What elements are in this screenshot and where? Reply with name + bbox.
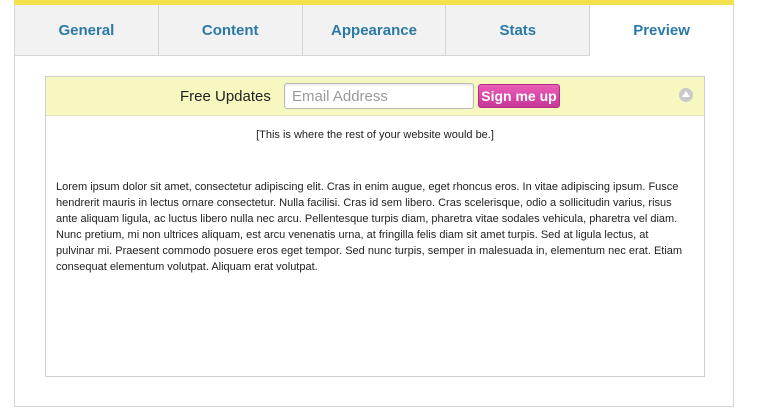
tab-preview[interactable]: Preview: [590, 5, 734, 56]
tab-stats[interactable]: Stats: [446, 5, 591, 56]
sample-body-text: Lorem ipsum dolor sit amet, consectetur …: [56, 181, 683, 273]
tab-appearance[interactable]: Appearance: [302, 5, 447, 56]
signup-bar-label: Free Updates: [180, 88, 271, 105]
tab-general[interactable]: General: [14, 5, 159, 56]
signup-bar: Free Updates Sign me up: [46, 77, 704, 116]
email-field[interactable]: [284, 83, 474, 109]
preview-frame: Free Updates Sign me up [This is where t…: [45, 76, 705, 377]
website-placeholder-note: [This is where the rest of your website …: [256, 129, 494, 141]
tab-content[interactable]: Content: [158, 5, 303, 56]
sign-me-up-button[interactable]: Sign me up: [478, 84, 560, 108]
chevron-up-circle-icon[interactable]: [679, 88, 693, 102]
tab-bar: General Content Appearance Stats Preview: [14, 5, 734, 56]
